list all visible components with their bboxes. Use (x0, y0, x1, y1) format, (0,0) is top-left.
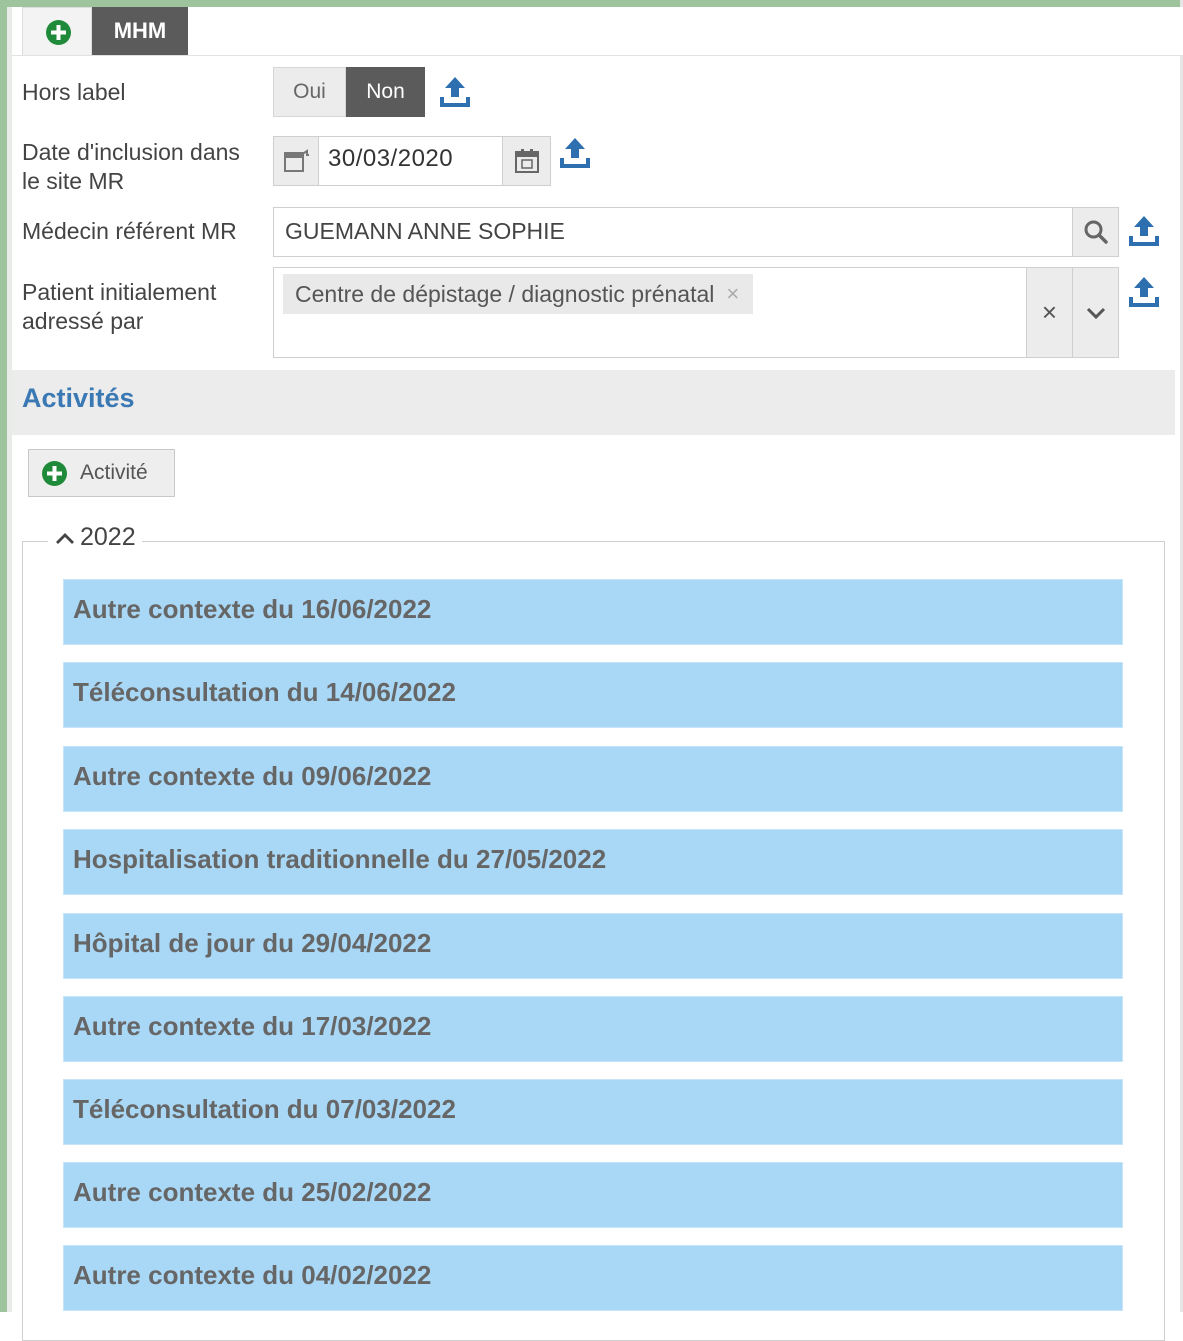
add-activite-button[interactable]: Activité (28, 449, 175, 497)
adresse-par-label: Patient initialement adressé par (22, 279, 217, 334)
calendar-arrow-icon (284, 149, 309, 172)
chevron-up-icon (56, 532, 74, 544)
activity-item[interactable]: Autre contexte du 09/06/2022 (63, 746, 1123, 812)
activites-section-header (12, 370, 1175, 435)
date-inclusion-label: Date d'inclusion dans le site MR (22, 139, 240, 194)
date-shortcut-button[interactable] (273, 136, 319, 186)
upload-icon[interactable] (1127, 275, 1161, 309)
toggle-oui[interactable]: Oui (273, 67, 346, 117)
window-frame-top (0, 0, 1183, 7)
adresse-par-select[interactable]: Centre de dépistage / diagnostic prénata… (273, 267, 1119, 358)
activity-item[interactable]: Téléconsultation du 14/06/2022 (63, 662, 1123, 728)
calendar-icon (514, 149, 539, 173)
year-toggle[interactable]: 2022 (48, 523, 142, 552)
search-icon (1084, 220, 1108, 244)
left-gutter (7, 7, 12, 1312)
tab-mhm[interactable]: MHM (92, 7, 188, 55)
activity-item[interactable]: Autre contexte du 04/02/2022 (63, 1245, 1123, 1311)
upload-icon[interactable] (1127, 214, 1161, 248)
date-inclusion-input[interactable]: 30/03/2020 (318, 136, 503, 186)
calendar-button[interactable] (502, 136, 551, 186)
toggle-non[interactable]: Non (346, 67, 425, 117)
upload-icon[interactable] (438, 75, 472, 109)
dropdown-toggle-button[interactable] (1072, 267, 1119, 358)
activity-item[interactable]: Autre contexte du 17/03/2022 (63, 996, 1123, 1062)
medecin-label: Médecin référent MR (22, 218, 237, 244)
add-tab-button[interactable] (22, 7, 92, 55)
plus-circle-icon (42, 460, 67, 486)
window-frame-left (0, 0, 7, 1312)
activity-item[interactable]: Hospitalisation traditionnelle du 27/05/… (63, 829, 1123, 895)
search-button[interactable] (1072, 207, 1119, 257)
chevron-down-icon (1086, 307, 1105, 319)
upload-icon[interactable] (558, 136, 592, 170)
clear-selection-button[interactable]: × (1026, 267, 1073, 358)
activites-title: Activités (22, 383, 135, 413)
activity-item[interactable]: Téléconsultation du 07/03/2022 (63, 1079, 1123, 1145)
hors-label-toggle: Oui Non (273, 67, 425, 117)
selected-chip: Centre de dépistage / diagnostic prénata… (283, 274, 754, 314)
plus-circle-icon (46, 20, 71, 45)
activity-item[interactable]: Hôpital de jour du 29/04/2022 (63, 913, 1123, 979)
medecin-input[interactable]: GUEMANN ANNE SOPHIE (273, 207, 1073, 257)
hors-label-label: Hors label (22, 79, 126, 105)
activity-item[interactable]: Autre contexte du 25/02/2022 (63, 1162, 1123, 1228)
chip-remove-icon[interactable]: × (726, 281, 739, 307)
activity-item[interactable]: Autre contexte du 16/06/2022 (63, 579, 1123, 645)
